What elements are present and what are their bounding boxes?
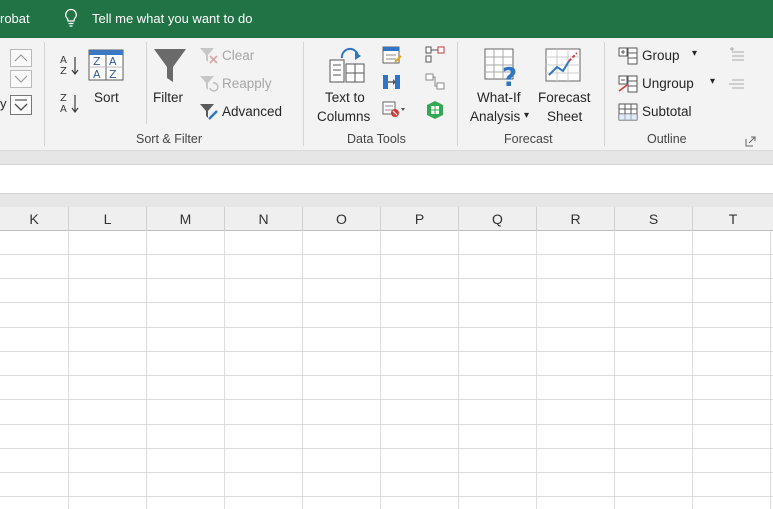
tell-me-text: Tell me what you want to do [92,10,253,26]
group-icon[interactable] [618,47,638,65]
group-separator [303,42,304,146]
outline-group-label: Outline [647,132,687,146]
outline-dialog-launcher-icon[interactable] [745,135,757,147]
more-icon[interactable] [10,95,32,115]
subtotal-icon[interactable] [618,103,638,121]
forecast-sheet-line2[interactable]: Sheet [547,109,582,124]
cell-grid[interactable] [0,231,773,509]
column-header-l[interactable]: L [69,207,147,231]
partial-label: y [0,96,7,111]
data-tools-group-label: Data Tools [347,132,406,146]
what-if-dropdown-icon[interactable]: ▾ [524,110,529,121]
what-if-line2[interactable]: Analysis [470,109,520,124]
column-headers: K L M N O P Q R S T [0,207,773,231]
text-to-columns-icon[interactable] [328,46,368,86]
subtotal-button[interactable]: Subtotal [642,104,692,119]
forecast-group-label: Forecast [504,132,553,146]
group-dropdown-icon[interactable]: ▾ [692,48,697,59]
filter-button[interactable]: Filter [153,90,183,105]
column-header-p[interactable]: P [381,207,459,231]
text-to-columns-line2[interactable]: Columns [317,109,370,124]
flash-fill-icon[interactable] [382,46,402,64]
svg-text:Z: Z [60,93,67,104]
svg-text:A: A [60,55,67,66]
ungroup-icon[interactable] [618,75,638,93]
column-header-m[interactable]: M [147,207,225,231]
manage-data-model-icon[interactable] [425,100,445,120]
hide-detail-icon[interactable] [728,74,746,92]
what-if-analysis-icon[interactable]: ? [484,48,522,88]
forecast-sheet-icon[interactable] [545,48,583,84]
title-bar: robat Tell me what you want to do [0,0,773,38]
consolidate-icon[interactable] [425,46,445,64]
tell-me-search[interactable]: Tell me what you want to do [64,8,252,28]
formula-bar-gap [0,194,773,207]
column-header-q[interactable]: Q [459,207,537,231]
relationships-icon[interactable] [425,73,445,91]
svg-text:A: A [93,68,101,81]
svg-text:A: A [60,104,67,115]
lightbulb-icon [65,8,77,27]
scroll-up-icon[interactable] [10,49,32,67]
sort-filter-group-label: Sort & Filter [136,132,202,146]
svg-text:Z: Z [60,66,67,77]
column-header-n[interactable]: N [225,207,303,231]
what-if-line1[interactable]: What-If [477,90,521,105]
sort-a-to-z-icon[interactable]: A Z [60,53,80,77]
svg-text:A: A [109,55,117,68]
group-separator [604,42,605,146]
column-header-o[interactable]: O [303,207,381,231]
group-button[interactable]: Group [642,48,680,63]
column-header-s[interactable]: S [615,207,693,231]
tab-acrobat[interactable]: robat [0,11,30,26]
ribbon-data-tab: y A Z Z A Z A A Z Sort Filter Clear Reap [0,38,773,151]
reapply-button[interactable]: Reapply [222,76,272,91]
ungroup-dropdown-icon[interactable]: ▾ [710,76,715,87]
svg-text:Z: Z [109,68,117,81]
reapply-icon[interactable] [199,75,219,93]
clear-filter-icon[interactable] [199,47,219,65]
remove-duplicates-icon[interactable] [382,73,402,91]
ribbon-bottom-band [0,151,773,164]
svg-text:?: ? [502,63,517,88]
separator-inner [146,42,147,124]
scroll-down-icon[interactable] [10,70,32,88]
clear-button[interactable]: Clear [222,48,254,63]
formula-bar[interactable] [0,164,773,194]
sort-dialog-icon[interactable]: Z A A Z [88,49,124,81]
forecast-sheet-line1[interactable]: Forecast [538,90,591,105]
sort-button[interactable]: Sort [94,90,119,105]
group-separator [44,42,45,146]
sort-z-to-a-icon[interactable]: Z A [60,91,80,115]
show-detail-icon[interactable] [728,46,746,64]
filter-funnel-icon[interactable] [152,47,188,85]
column-header-r[interactable]: R [537,207,615,231]
column-header-k[interactable]: K [0,207,69,231]
column-header-t[interactable]: T [693,207,773,231]
ungroup-button[interactable]: Ungroup [642,76,694,91]
group-separator [457,42,458,146]
advanced-button[interactable]: Advanced [222,104,282,119]
data-validation-icon[interactable] [382,100,406,118]
advanced-filter-icon[interactable] [199,103,219,121]
svg-text:Z: Z [93,55,101,68]
text-to-columns-line1[interactable]: Text to [325,90,365,105]
